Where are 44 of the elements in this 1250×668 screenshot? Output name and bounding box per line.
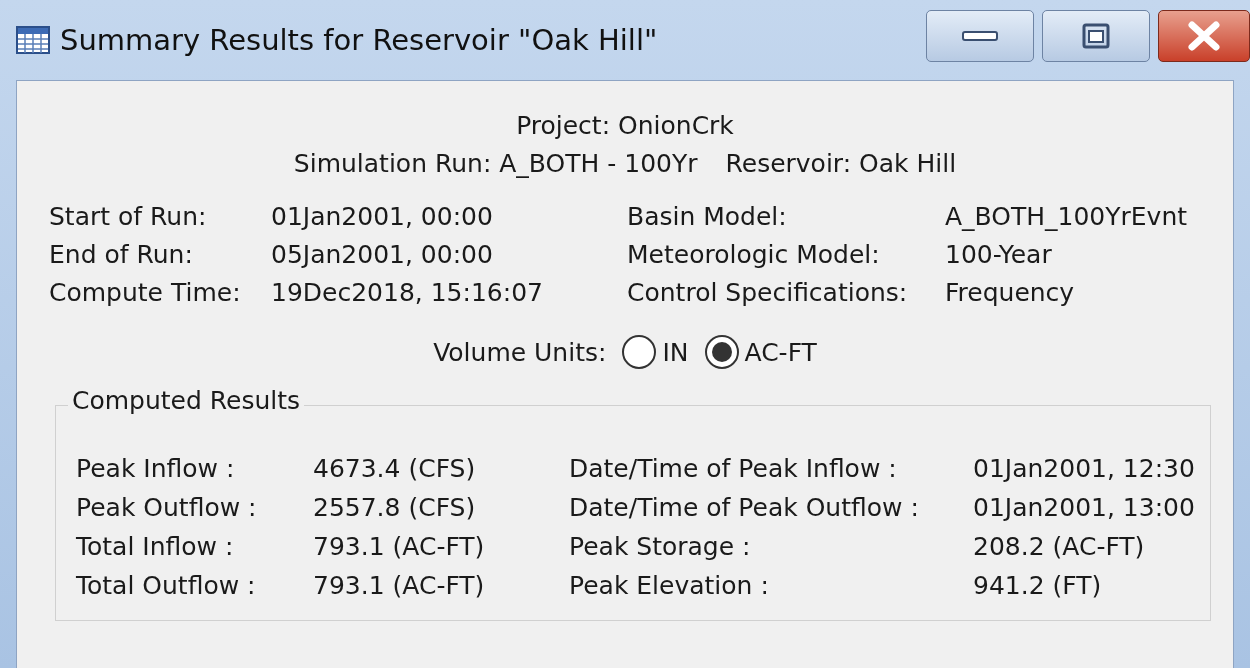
result-label: Peak Outflow : bbox=[76, 492, 258, 524]
maximize-button[interactable] bbox=[1042, 10, 1150, 62]
field-label: Meteorologic Model: bbox=[627, 239, 881, 271]
result-label: Total Inflow : bbox=[76, 531, 235, 563]
result-value: 208.2 (AC-FT) bbox=[973, 531, 1146, 563]
field-label: Start of Run: bbox=[49, 201, 208, 233]
result-label: Peak Inflow : bbox=[76, 453, 236, 485]
result-value: 793.1 (AC-FT) bbox=[313, 570, 486, 602]
radio-label[interactable]: IN bbox=[662, 337, 689, 367]
minimize-icon bbox=[962, 30, 998, 42]
minimize-button[interactable] bbox=[926, 10, 1034, 62]
field-label: End of Run: bbox=[49, 239, 194, 271]
result-label: Peak Storage : bbox=[569, 531, 752, 563]
result-value: 01Jan2001, 13:00 bbox=[973, 492, 1196, 524]
field-value: 01Jan2001, 00:00 bbox=[271, 201, 494, 233]
field-value: 19Dec2018, 15:16:07 bbox=[271, 277, 544, 309]
project-label: Project: OnionCrk bbox=[516, 111, 734, 140]
field-label: Basin Model: bbox=[627, 201, 788, 233]
table-icon bbox=[16, 26, 50, 54]
result-label: Peak Elevation : bbox=[569, 570, 770, 602]
close-icon bbox=[1186, 21, 1222, 51]
field-value: 100-Year bbox=[945, 239, 1053, 271]
reservoir-label: Reservoir: Oak Hill bbox=[725, 148, 957, 180]
radio-button[interactable] bbox=[704, 335, 739, 369]
result-value: 2557.8 (CFS) bbox=[313, 492, 477, 524]
radio-button[interactable] bbox=[622, 335, 657, 369]
field-label: Control Specifications: bbox=[627, 277, 909, 309]
window-title: Summary Results for Reservoir "Oak Hill" bbox=[60, 23, 659, 57]
simulation-run-label: Simulation Run: A_BOTH - 100Yr bbox=[293, 148, 698, 180]
result-value: 4673.4 (CFS) bbox=[313, 453, 477, 485]
field-value: 05Jan2001, 00:00 bbox=[271, 239, 494, 271]
field-value: A_BOTH_100YrEvnt bbox=[945, 201, 1189, 233]
result-label: Date/Time of Peak Inflow : bbox=[569, 453, 898, 485]
result-value: 941.2 (FT) bbox=[973, 570, 1103, 602]
field-label: Compute Time: bbox=[49, 277, 242, 309]
volume-units-label: Volume Units: bbox=[433, 337, 607, 367]
result-value: 793.1 (AC-FT) bbox=[313, 531, 486, 563]
radio-label[interactable]: AC-FT bbox=[744, 337, 817, 367]
result-label: Total Outflow : bbox=[76, 570, 257, 602]
close-button[interactable] bbox=[1158, 10, 1250, 62]
result-value: 01Jan2001, 12:30 bbox=[973, 453, 1196, 485]
field-value: Frequency bbox=[945, 277, 1076, 309]
result-label: Date/Time of Peak Outflow : bbox=[569, 492, 920, 524]
maximize-icon bbox=[1082, 23, 1110, 49]
